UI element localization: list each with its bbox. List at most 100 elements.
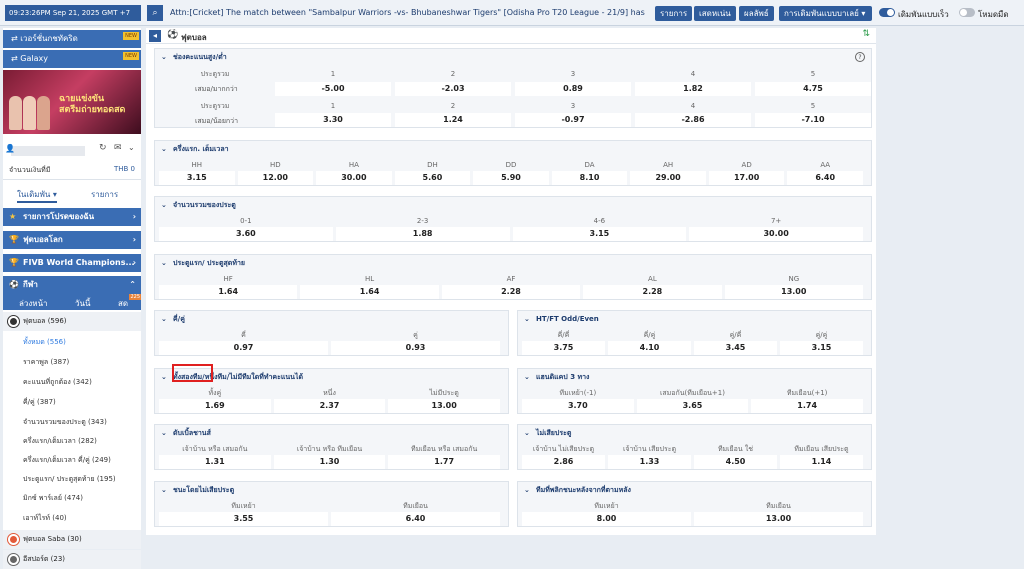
odds-cell[interactable]: 3.75 — [522, 341, 605, 355]
odds-cell[interactable]: 8.00 — [522, 512, 691, 526]
list-item[interactable]: คะแนนที่ถูกต้อง (342) — [3, 373, 141, 392]
chevron-down-icon[interactable]: ⌄ — [524, 369, 530, 386]
sport-item-esports[interactable]: อีสปอร์ต (23) — [3, 550, 141, 569]
sort-icon[interactable]: ⇅ — [862, 29, 870, 39]
odds-cell[interactable]: 4.10 — [608, 341, 691, 355]
odds-cell[interactable]: -7.10 — [755, 113, 871, 127]
odds-cell[interactable]: -5.00 — [275, 82, 391, 96]
odds-cell[interactable]: 0.89 — [515, 82, 631, 96]
tab-bets[interactable]: ในเดิมพัน ▾ — [17, 188, 57, 203]
odds-cell[interactable]: 1.69 — [159, 399, 271, 413]
odds-cell[interactable]: -0.97 — [515, 113, 631, 127]
list-item[interactable]: ทั้งหมด (556) — [3, 333, 141, 352]
odds-cell[interactable]: 3.70 — [522, 399, 634, 413]
chevron-down-icon[interactable]: ⌄ — [161, 141, 167, 158]
odds-cell[interactable]: 4.50 — [694, 455, 777, 469]
list-item[interactable]: มิกซ์ พาร์เลย์ (474) — [3, 489, 141, 508]
odds-cell[interactable]: 8.10 — [551, 171, 628, 185]
promotions-button[interactable]: เสดหเน่น — [694, 6, 736, 21]
list-item[interactable]: ครึ่งแรก/เต็มเวลา (282) — [3, 432, 141, 451]
dark-mode-toggle[interactable] — [959, 8, 975, 17]
announcement-ticker[interactable]: Attn:[Cricket] The match between "Sambal… — [170, 8, 648, 17]
odds-cell[interactable]: 5.60 — [394, 171, 471, 185]
chevron-down-icon[interactable]: ⌄ — [161, 425, 167, 442]
list-item[interactable]: ประตูแรก/ ประตูสุดท้าย (195) — [3, 470, 141, 489]
odds-cell[interactable]: 13.00 — [388, 399, 500, 413]
odds-cell[interactable]: 0.97 — [159, 341, 328, 355]
mail-icon[interactable]: ✉ — [114, 143, 122, 153]
tab-live[interactable]: สด — [118, 297, 128, 310]
tab-early[interactable]: ล่วงหน้า — [19, 297, 48, 310]
fast-bet-toggle[interactable] — [879, 8, 895, 17]
chevron-down-icon[interactable]: ⌄ — [524, 311, 530, 328]
odds-cell[interactable]: 2.28 — [583, 285, 722, 299]
odds-cell[interactable]: 13.00 — [724, 285, 863, 299]
odds-cell[interactable]: 3.15 — [159, 171, 235, 185]
list-item[interactable]: คี่/คู่ (387) — [3, 393, 141, 412]
odds-cell[interactable]: 13.00 — [694, 512, 863, 526]
odds-cell[interactable]: 1.64 — [159, 285, 298, 299]
odds-cell[interactable]: 17.00 — [708, 171, 785, 185]
odds-cell[interactable]: 6.40 — [331, 512, 500, 526]
odds-cell[interactable]: 4.75 — [755, 82, 871, 96]
odds-cell[interactable]: 1.33 — [608, 455, 691, 469]
chevron-down-icon[interactable]: ⌄ — [161, 255, 167, 272]
chevron-down-icon[interactable]: ⌄ — [524, 482, 530, 499]
chevron-down-icon[interactable]: ⌄ — [161, 197, 167, 214]
odds-cell[interactable]: 1.31 — [159, 455, 271, 469]
list-item[interactable]: เอาท์ไรท์ (40) — [3, 509, 141, 528]
odds-cell[interactable]: 1.30 — [273, 455, 386, 469]
sidebar-item-sports[interactable]: ⚽ กีฬา ⌃ — [3, 276, 141, 294]
odds-cell[interactable]: 2.37 — [273, 399, 386, 413]
odds-cell[interactable]: 3.15 — [780, 341, 863, 355]
odds-cell[interactable]: 3.65 — [636, 399, 749, 413]
chevron-down-icon[interactable]: ⌄ — [128, 143, 135, 152]
odds-cell[interactable]: 6.40 — [787, 171, 863, 185]
odds-cell[interactable]: 1.82 — [635, 82, 751, 96]
chevron-down-icon[interactable]: ⌄ — [161, 482, 167, 499]
chevron-down-icon[interactable]: ⌄ — [524, 425, 530, 442]
odds-cell[interactable]: 29.00 — [630, 171, 706, 185]
back-arrow-icon[interactable]: ◂ — [149, 30, 161, 42]
sidebar-item-world-cup[interactable]: 🏆 ฟุตบอลโลก › — [3, 231, 141, 249]
odds-cell[interactable]: 1.74 — [751, 399, 863, 413]
odds-cell[interactable]: 30.00 — [689, 227, 863, 241]
odds-cell[interactable]: 12.00 — [237, 171, 314, 185]
help-icon[interactable]: ? — [855, 52, 865, 62]
odds-cell[interactable]: -2.03 — [395, 82, 511, 96]
promo-banner[interactable]: ฉายแข่งขัน สตรีมถ่ายทอดสด — [3, 70, 141, 134]
sidebar-item-favorites[interactable]: ★ รายการโปรดของฉัน › — [3, 208, 141, 226]
odds-cell[interactable]: 3.45 — [694, 341, 777, 355]
odds-cell[interactable]: -2.86 — [635, 113, 751, 127]
sport-item-saba-football[interactable]: ฟุตบอล Saba (30) — [3, 530, 141, 549]
parlay-dropdown[interactable]: การเดิมพันแบบบาเลย์ ▾ — [779, 6, 872, 21]
odds-cell[interactable]: 30.00 — [316, 171, 392, 185]
odds-cell[interactable]: 3.15 — [512, 227, 687, 241]
odds-cell[interactable]: 0.93 — [331, 341, 500, 355]
list-item[interactable]: ครึ่งแรก/เต็มเวลา คี่/คู่ (249) — [3, 451, 141, 470]
refresh-icon[interactable]: ↻ — [99, 143, 107, 153]
odds-cell[interactable]: 2.86 — [522, 455, 605, 469]
search-icon[interactable]: ⌕ — [147, 5, 163, 21]
odds-cell[interactable]: 1.24 — [395, 113, 511, 127]
odds-cell[interactable]: 3.55 — [159, 512, 328, 526]
odds-cell[interactable]: 5.90 — [473, 171, 549, 185]
odds-cell[interactable]: 2.28 — [441, 285, 581, 299]
sidebar-item-fivb[interactable]: 🏆 FIVB World Champions... › — [3, 254, 141, 272]
odds-cell[interactable]: 1.64 — [300, 285, 439, 299]
odds-cell[interactable]: 3.30 — [275, 113, 391, 127]
odds-cell[interactable]: 1.77 — [388, 455, 500, 469]
odds-cell[interactable]: 1.14 — [780, 455, 863, 469]
results-button[interactable]: ผลลัพธ์ — [739, 6, 774, 21]
list-item[interactable]: ราคาพูล (387) — [3, 353, 141, 372]
odds-cell[interactable]: 3.60 — [159, 227, 333, 241]
chevron-down-icon[interactable]: ⌄ — [161, 49, 167, 66]
chevron-down-icon[interactable]: ⌄ — [161, 311, 167, 328]
odds-cell[interactable]: 1.88 — [335, 227, 510, 241]
statement-button[interactable]: รายการ — [655, 6, 693, 21]
classic-version-button[interactable]: ⇄ เวอร์ชั่นกชทัคริด NEW — [3, 30, 141, 48]
chevron-down-icon[interactable]: ⌄ — [161, 369, 167, 386]
sport-item-football[interactable]: ฟุตบอล (596) — [3, 312, 141, 331]
tab-today[interactable]: วันนี้ — [75, 297, 91, 312]
tab-statement[interactable]: รายการ — [91, 188, 118, 201]
